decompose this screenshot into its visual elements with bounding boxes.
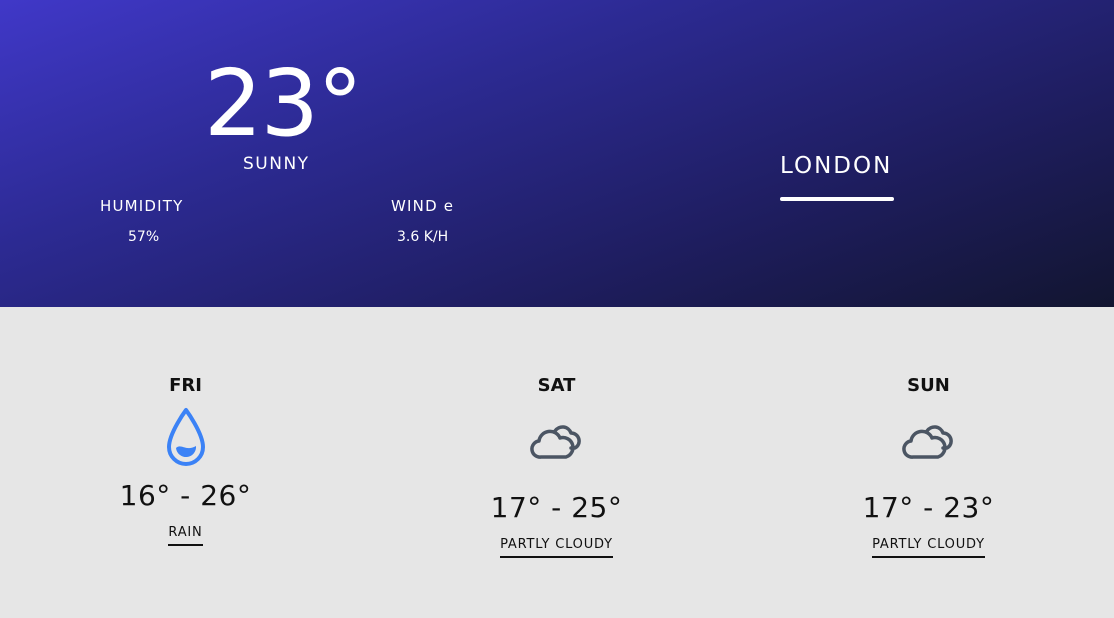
forecast-day-card: FRI 16° - 26° RAIN: [0, 307, 371, 618]
forecast-day-card: SAT 17° - 25° PARTLY CLOUDY: [371, 307, 742, 618]
forecast-panel: FRI 16° - 26° RAIN SAT 17° - 25° PARTLY …: [0, 307, 1114, 618]
humidity-label: HUMIDITY: [100, 197, 184, 215]
forecast-description[interactable]: RAIN: [168, 525, 203, 546]
city-underline: [780, 197, 894, 201]
forecast-description-wrap: PARTLY CLOUDY: [743, 533, 1114, 558]
cloud-icon: [529, 421, 585, 465]
current-temperature: 23°: [204, 50, 363, 157]
forecast-temperature-range: 17° - 25°: [490, 491, 623, 524]
forecast-description[interactable]: PARTLY CLOUDY: [872, 537, 985, 558]
forecast-day-name: FRI: [169, 375, 202, 396]
forecast-day-card: SUN 17° - 23° PARTLY CLOUDY: [743, 307, 1114, 618]
forecast-temperature-range: 17° - 23°: [862, 491, 995, 524]
forecast-description-wrap: PARTLY CLOUDY: [371, 533, 742, 558]
raindrop-icon: [164, 406, 208, 472]
current-condition: SUNNY: [243, 154, 310, 174]
forecast-description[interactable]: PARTLY CLOUDY: [500, 537, 613, 558]
weather-page: 23° SUNNY HUMIDITY 57% WIND e 3.6 K/H LO…: [0, 0, 1114, 618]
cloud-icon: [901, 421, 957, 465]
humidity-value: 57%: [128, 229, 160, 245]
forecast-day-name: SUN: [907, 375, 950, 396]
wind-label: WIND e: [391, 197, 455, 215]
forecast-temperature-range: 16° - 26°: [119, 479, 252, 512]
city-name[interactable]: LONDON: [780, 153, 892, 179]
wind-value: 3.6 K/H: [397, 229, 449, 245]
forecast-day-name: SAT: [537, 375, 576, 396]
current-weather-panel: 23° SUNNY HUMIDITY 57% WIND e 3.6 K/H LO…: [0, 0, 1114, 307]
forecast-description-wrap: RAIN: [0, 521, 371, 546]
